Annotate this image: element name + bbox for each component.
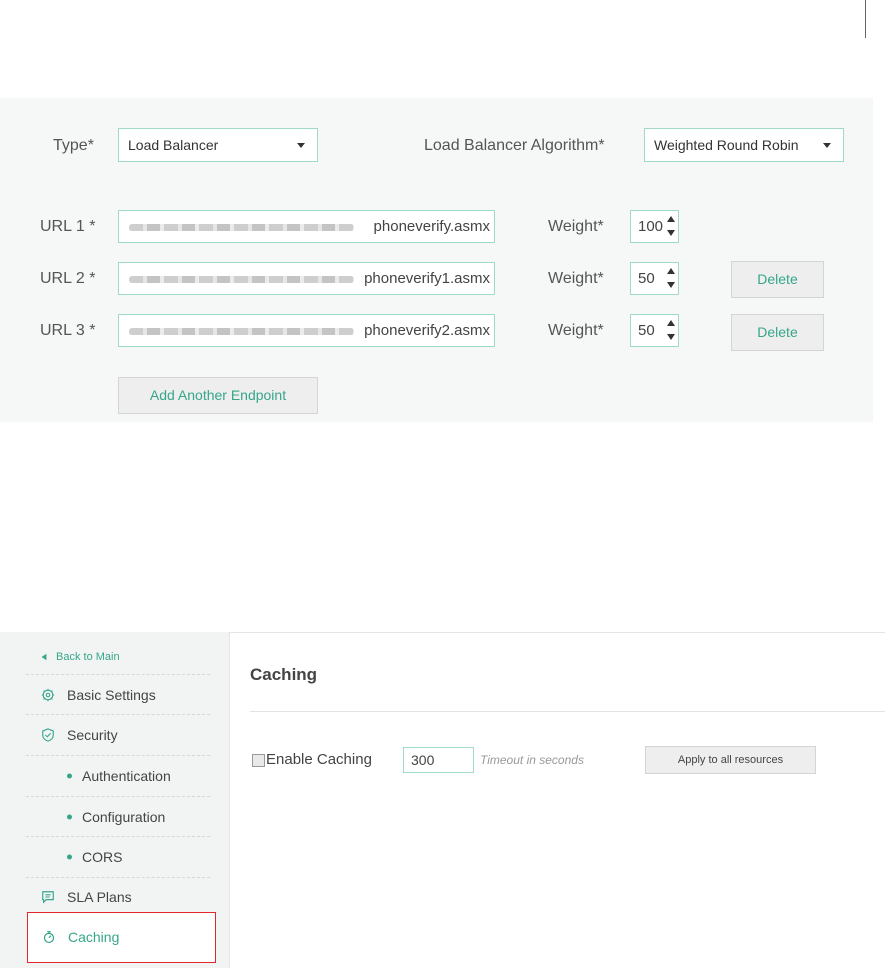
number-spinner-icon[interactable]: [667, 320, 675, 340]
url-1-visible-text: phoneverify.asmx: [373, 218, 490, 235]
algorithm-select-value: Weighted Round Robin: [654, 137, 799, 153]
enable-caching-label[interactable]: Enable Caching: [266, 751, 372, 768]
chevron-down-icon: [297, 143, 305, 148]
type-label: Type*: [53, 137, 94, 154]
redacted-url-text: [129, 276, 354, 283]
weight-2-input[interactable]: 50: [630, 262, 679, 295]
bullet-icon: [67, 814, 72, 819]
sidebar-item-label: SLA Plans: [67, 889, 132, 905]
stopwatch-icon: [43, 931, 55, 944]
enable-caching-checkbox[interactable]: [252, 754, 265, 767]
weight-2-value: 50: [638, 270, 655, 287]
section-divider: [250, 711, 885, 712]
type-select-value: Load Balancer: [128, 137, 219, 153]
weight-1-value: 100: [638, 218, 664, 235]
bullet-icon: [67, 773, 72, 779]
back-arrow-icon: [41, 653, 47, 661]
caching-panel: [229, 632, 885, 968]
sidebar-item-label: Configuration: [82, 808, 166, 825]
url-3-input[interactable]: phoneverify2.asmx: [118, 314, 495, 347]
url-1-input[interactable]: phoneverify.asmx: [118, 210, 495, 243]
chevron-down-icon: [823, 143, 831, 148]
shield-icon: [42, 728, 54, 742]
bullet-icon: [67, 854, 72, 860]
sidebar-item-cors[interactable]: CORS: [26, 837, 210, 878]
delete-url-3-button[interactable]: Delete: [731, 314, 824, 351]
back-to-main-link[interactable]: Back to Main: [26, 640, 210, 675]
url-2-label: URL 2 *: [40, 270, 96, 287]
url-3-label: URL 3 *: [40, 322, 96, 339]
sidebar-item-authentication[interactable]: Authentication: [26, 756, 210, 797]
sidebar-item-configuration[interactable]: Configuration: [26, 797, 210, 837]
redacted-url-text: [129, 328, 354, 335]
message-icon: [42, 891, 54, 904]
back-to-main-label: Back to Main: [56, 651, 120, 663]
number-spinner-icon[interactable]: [667, 216, 675, 236]
url-2-visible-text: phoneverify1.asmx: [364, 270, 490, 287]
page: Type* Load Balancer Load Balancer Algori…: [0, 0, 885, 968]
weight-3-value: 50: [638, 322, 655, 339]
gear-icon: [41, 688, 55, 701]
add-another-endpoint-button[interactable]: Add Another Endpoint: [118, 377, 318, 414]
sidebar-item-basic-settings[interactable]: Basic Settings: [26, 675, 210, 715]
sidebar-item-label: Security: [67, 727, 118, 743]
sidebar-item-label: Basic Settings: [67, 686, 156, 703]
sidebar-item-label: Authentication: [82, 768, 171, 784]
timeout-hint: Timeout in seconds: [480, 753, 584, 767]
sidebar-item-caching[interactable]: Caching: [27, 912, 216, 963]
weight-2-label: Weight*: [548, 270, 604, 287]
number-spinner-icon[interactable]: [667, 268, 675, 288]
url-1-label: URL 1 *: [40, 218, 96, 235]
page-title: Caching: [250, 665, 318, 684]
weight-3-label: Weight*: [548, 322, 604, 339]
top-divider: [865, 0, 866, 38]
apply-to-all-resources-button[interactable]: Apply to all resources: [645, 746, 816, 774]
delete-url-2-button[interactable]: Delete: [731, 261, 824, 298]
redacted-url-text: [129, 224, 354, 231]
weight-1-input[interactable]: 100: [630, 210, 679, 243]
weight-3-input[interactable]: 50: [630, 314, 679, 347]
sidebar-item-label: Caching: [68, 929, 120, 945]
weight-1-label: Weight*: [548, 218, 604, 235]
algorithm-label: Load Balancer Algorithm*: [424, 137, 605, 154]
algorithm-select[interactable]: Weighted Round Robin: [644, 128, 844, 162]
sidebar-item-sla-plans[interactable]: SLA Plans: [26, 878, 210, 916]
sidebar-item-label: CORS: [82, 849, 123, 865]
sidebar-item-security[interactable]: Security: [26, 715, 210, 756]
type-select[interactable]: Load Balancer: [118, 128, 318, 162]
url-3-visible-text: phoneverify2.asmx: [364, 322, 490, 339]
cache-timeout-input[interactable]: 300: [403, 747, 474, 773]
url-2-input[interactable]: phoneverify1.asmx: [118, 262, 495, 295]
